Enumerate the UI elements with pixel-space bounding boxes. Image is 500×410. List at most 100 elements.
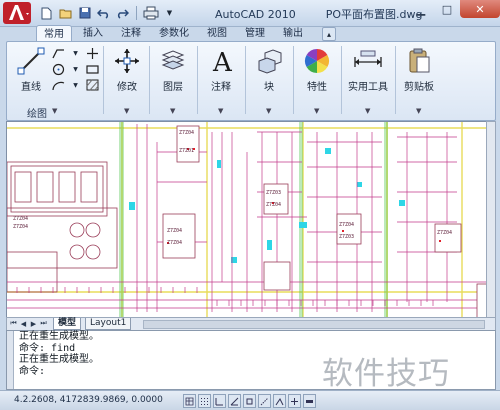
prev-tab-icon[interactable]: ◀ — [19, 318, 28, 329]
panel-divider — [341, 46, 342, 114]
drawing-label: Z7Z04 — [437, 230, 452, 236]
svg-text:A: A — [212, 48, 233, 75]
block-panel-expand-icon[interactable]: ▼ — [266, 107, 271, 115]
first-tab-icon[interactable]: ⏮ — [9, 318, 18, 329]
undo-icon[interactable] — [95, 5, 112, 21]
clipboard-panel-expand-icon[interactable]: ▼ — [416, 107, 421, 115]
annotation-panel-expand-icon[interactable]: ▼ — [218, 107, 223, 115]
floor-plan-drawing: Z7Z04 Z7Z01 Z7Z04 Z7Z04 Z7Z03 Z7Z04 Z7Z0… — [7, 122, 487, 318]
open-icon[interactable] — [57, 5, 74, 21]
drawing-canvas[interactable]: Z7Z04 Z7Z01 Z7Z04 Z7Z04 Z7Z03 Z7Z04 Z7Z0… — [6, 121, 488, 319]
last-tab-icon[interactable]: ⏭ — [39, 318, 48, 329]
panel-divider — [197, 46, 198, 114]
modify-tool-button[interactable]: 修改 — [105, 46, 149, 93]
maximize-icon[interactable]: □ — [434, 0, 460, 18]
clipboard-tool-label: 剪贴板 — [404, 82, 434, 93]
polyline-icon[interactable] — [51, 46, 66, 60]
redo-icon[interactable] — [114, 5, 131, 21]
ortho-mode-icon[interactable] — [213, 394, 226, 408]
annotation-tool-button[interactable]: A 注释 — [199, 46, 243, 93]
tab-manage[interactable]: 管理 — [238, 25, 272, 42]
tab-output[interactable]: 输出 — [276, 25, 310, 42]
tab-view[interactable]: 视图 — [200, 25, 234, 42]
utilities-tool-button[interactable]: 实用工具 — [343, 46, 393, 93]
dropdown-arrow-icon[interactable]: ▼ — [68, 78, 83, 92]
panel-divider — [395, 46, 396, 114]
panel-divider — [245, 46, 246, 114]
clipboard-tool-button[interactable]: 剪贴板 — [397, 46, 441, 93]
tab-parametric[interactable]: 参数化 — [152, 25, 196, 42]
properties-panel-expand-icon[interactable]: ▼ — [314, 107, 319, 115]
drawing-label: Z7Z04 — [266, 202, 281, 208]
move-icon[interactable] — [85, 46, 100, 60]
drawing-label: Z7Z04 — [167, 240, 182, 246]
circle-icon[interactable] — [51, 62, 66, 76]
command-window-grip[interactable] — [7, 331, 14, 389]
panel-divider — [293, 46, 294, 114]
tab-insert[interactable]: 插入 — [76, 25, 110, 42]
application-menu-button[interactable] — [2, 1, 32, 25]
layers-tool-label: 图层 — [163, 82, 183, 93]
ribbon-minimize-icon[interactable]: ▴ — [322, 27, 336, 41]
drawing-label: Z7Z01 — [179, 148, 194, 154]
drawing-label: Z7Z03 — [339, 234, 354, 240]
tab-annotate[interactable]: 注释 — [114, 25, 148, 42]
drawing-label: Z7Z04 — [13, 216, 28, 222]
arc-icon[interactable] — [51, 78, 66, 92]
utilities-panel-expand-icon[interactable]: ▼ — [365, 107, 370, 115]
lineweight-icon[interactable] — [303, 394, 316, 408]
drawing-label: Z7Z04 — [179, 130, 194, 136]
command-history-line: 正在重生成模型。 — [19, 331, 99, 342]
coordinate-readout: 4.2.2608, 4172839.9869, 0.0000 — [14, 395, 163, 405]
color-wheel-icon — [302, 46, 332, 76]
object-snap-tracking-icon[interactable] — [258, 394, 271, 408]
autocad-logo-icon — [3, 2, 31, 24]
snap-mode-icon[interactable] — [183, 394, 196, 408]
properties-tool-label: 特性 — [307, 82, 327, 93]
next-tab-icon[interactable]: ▶ — [29, 318, 38, 329]
save-icon[interactable] — [76, 5, 93, 21]
hatch-icon[interactable] — [85, 78, 100, 92]
dropdown-arrow-icon[interactable]: ▼ — [68, 62, 83, 76]
modify-panel-expand-icon[interactable]: ▼ — [124, 107, 129, 115]
clipboard-icon — [404, 46, 434, 76]
block-tool-label: 块 — [264, 82, 274, 93]
vertical-scrollbar[interactable] — [486, 121, 496, 319]
layers-panel-expand-icon[interactable]: ▼ — [170, 107, 175, 115]
draw-panel-title[interactable]: 绘图 — [27, 105, 47, 120]
properties-tool-button[interactable]: 特性 — [295, 46, 339, 93]
modify-tool-label: 修改 — [117, 82, 137, 93]
line-tool-button[interactable]: 直线 — [9, 46, 53, 93]
dropdown-arrow-icon[interactable]: ▼ — [68, 46, 83, 60]
minimize-icon[interactable]: ▁ — [408, 0, 434, 18]
ribbon-panel: 直线 ▼ ▼ ▼ 绘图 ▼ 修改 ▼ 图层 ▼ A 注释 ▼ 块 ▼ 特性 ▼ … — [6, 41, 496, 121]
rectangle-icon[interactable] — [85, 62, 100, 76]
panel-divider — [103, 46, 104, 114]
watermark-text: 软件技巧 — [322, 356, 450, 392]
measure-icon — [353, 46, 383, 76]
object-snap-icon[interactable] — [243, 394, 256, 408]
window-title: AutoCAD 2010 PO平面布置图.dwg — [215, 6, 422, 22]
layers-tool-button[interactable]: 图层 — [151, 46, 195, 93]
polar-tracking-icon[interactable] — [228, 394, 241, 408]
block-icon — [254, 46, 284, 76]
panel-divider — [149, 46, 150, 114]
annotation-tool-label: 注释 — [211, 82, 231, 93]
grid-display-icon[interactable] — [198, 394, 211, 408]
ducs-icon[interactable] — [273, 394, 286, 408]
print-icon[interactable] — [142, 5, 159, 21]
draw-panel-expand-icon[interactable]: ▼ — [52, 107, 57, 115]
block-tool-button[interactable]: 块 — [247, 46, 291, 93]
status-toggle-buttons — [183, 394, 316, 408]
drawing-label: Z7Z03 — [266, 190, 281, 196]
close-icon[interactable]: ✕ — [460, 0, 500, 18]
new-icon[interactable] — [38, 5, 55, 21]
tab-layout1[interactable]: Layout1 — [85, 318, 132, 330]
horizontal-scrollbar[interactable] — [143, 320, 485, 329]
ribbon-tabs: 常用 插入 注释 参数化 视图 管理 输出 — [36, 25, 310, 43]
toolbar-separator — [136, 6, 137, 20]
dynamic-input-icon[interactable] — [288, 394, 301, 408]
draw-small-tools: ▼ ▼ ▼ — [51, 46, 101, 94]
tab-model[interactable]: 模型 — [53, 318, 82, 330]
qat-dropdown-icon[interactable]: ▼ — [161, 5, 178, 21]
